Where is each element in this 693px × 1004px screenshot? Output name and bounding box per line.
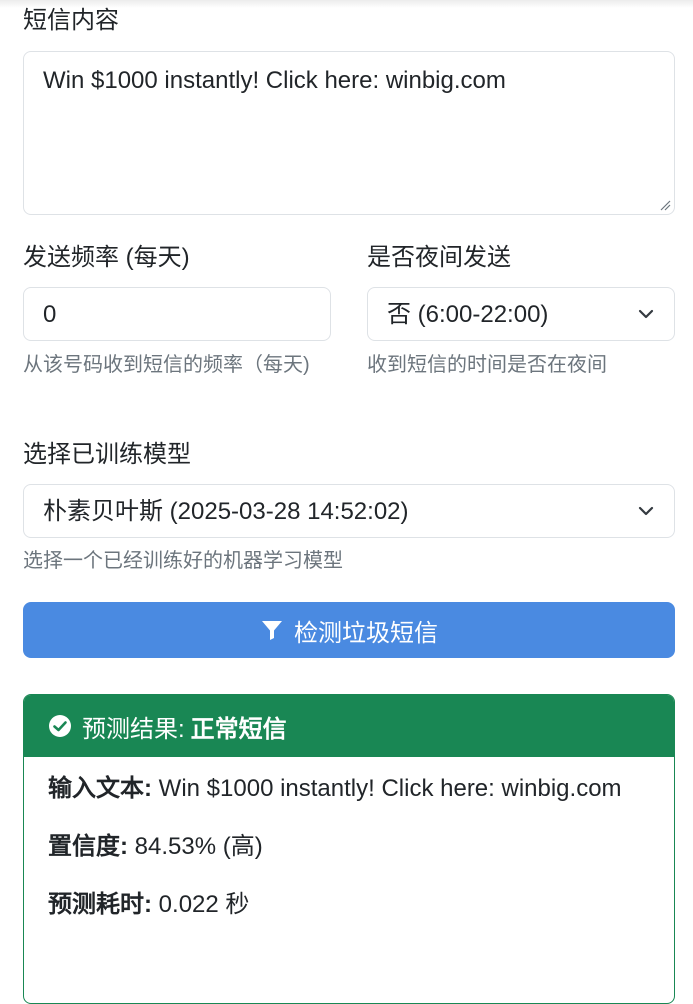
- result-time-value: 0.022 秒: [158, 891, 250, 918]
- result-card: 预测结果: 正常短信 输入文本: Win $1000 instantly! Cl…: [23, 694, 675, 1004]
- result-input-text-row: 输入文本: Win $1000 instantly! Click here: w…: [48, 771, 650, 807]
- frequency-label: 发送频率 (每天): [23, 244, 190, 271]
- night-label: 是否夜间发送: [367, 244, 511, 271]
- result-input-text-label: 输入文本:: [48, 775, 152, 802]
- night-select[interactable]: 否 (6:00-22:00): [367, 287, 675, 341]
- message-textarea-value: Win $1000 instantly! Click here: winbig.…: [43, 67, 506, 94]
- detect-spam-button[interactable]: 检测垃圾短信: [23, 602, 675, 658]
- chevron-down-icon: [638, 506, 654, 516]
- result-header-prefix: 预测结果:: [82, 715, 185, 743]
- result-confidence-value: 84.53% (高): [134, 833, 263, 860]
- model-label: 选择已训练模型: [23, 441, 191, 468]
- result-confidence-row: 置信度: 84.53% (高): [48, 829, 650, 865]
- result-card-body: 输入文本: Win $1000 instantly! Click here: w…: [24, 757, 674, 923]
- night-select-value: 否 (6:00-22:00): [387, 301, 549, 328]
- model-select[interactable]: 朴素贝叶斯 (2025-03-28 14:52:02): [23, 484, 675, 538]
- result-confidence-label: 置信度:: [48, 833, 128, 860]
- result-input-text-value: Win $1000 instantly! Click here: winbig.…: [158, 775, 622, 802]
- result-time-row: 预测耗时: 0.022 秒: [48, 887, 650, 923]
- message-label: 短信内容: [23, 7, 119, 34]
- frequency-input[interactable]: 0: [23, 287, 331, 341]
- model-help-text: 选择一个已经训练好的机器学习模型: [23, 550, 343, 572]
- message-textarea[interactable]: Win $1000 instantly! Click here: winbig.…: [23, 51, 675, 215]
- night-help-text: 收到短信的时间是否在夜间: [367, 354, 607, 376]
- result-header-value: 正常短信: [190, 715, 287, 743]
- frequency-help-text: 从该号码收到短信的频率（每天): [23, 354, 310, 376]
- result-time-label: 预测耗时:: [48, 891, 152, 918]
- resize-handle-icon[interactable]: [659, 199, 671, 211]
- model-select-value: 朴素贝叶斯 (2025-03-28 14:52:02): [43, 498, 409, 525]
- check-circle-icon: [49, 715, 71, 737]
- chevron-down-icon: [638, 309, 654, 319]
- frequency-input-value: 0: [43, 301, 57, 328]
- detect-spam-button-label: 检测垃圾短信: [294, 619, 438, 647]
- filter-icon: [262, 621, 282, 640]
- result-card-header: 预测结果: 正常短信: [24, 695, 674, 757]
